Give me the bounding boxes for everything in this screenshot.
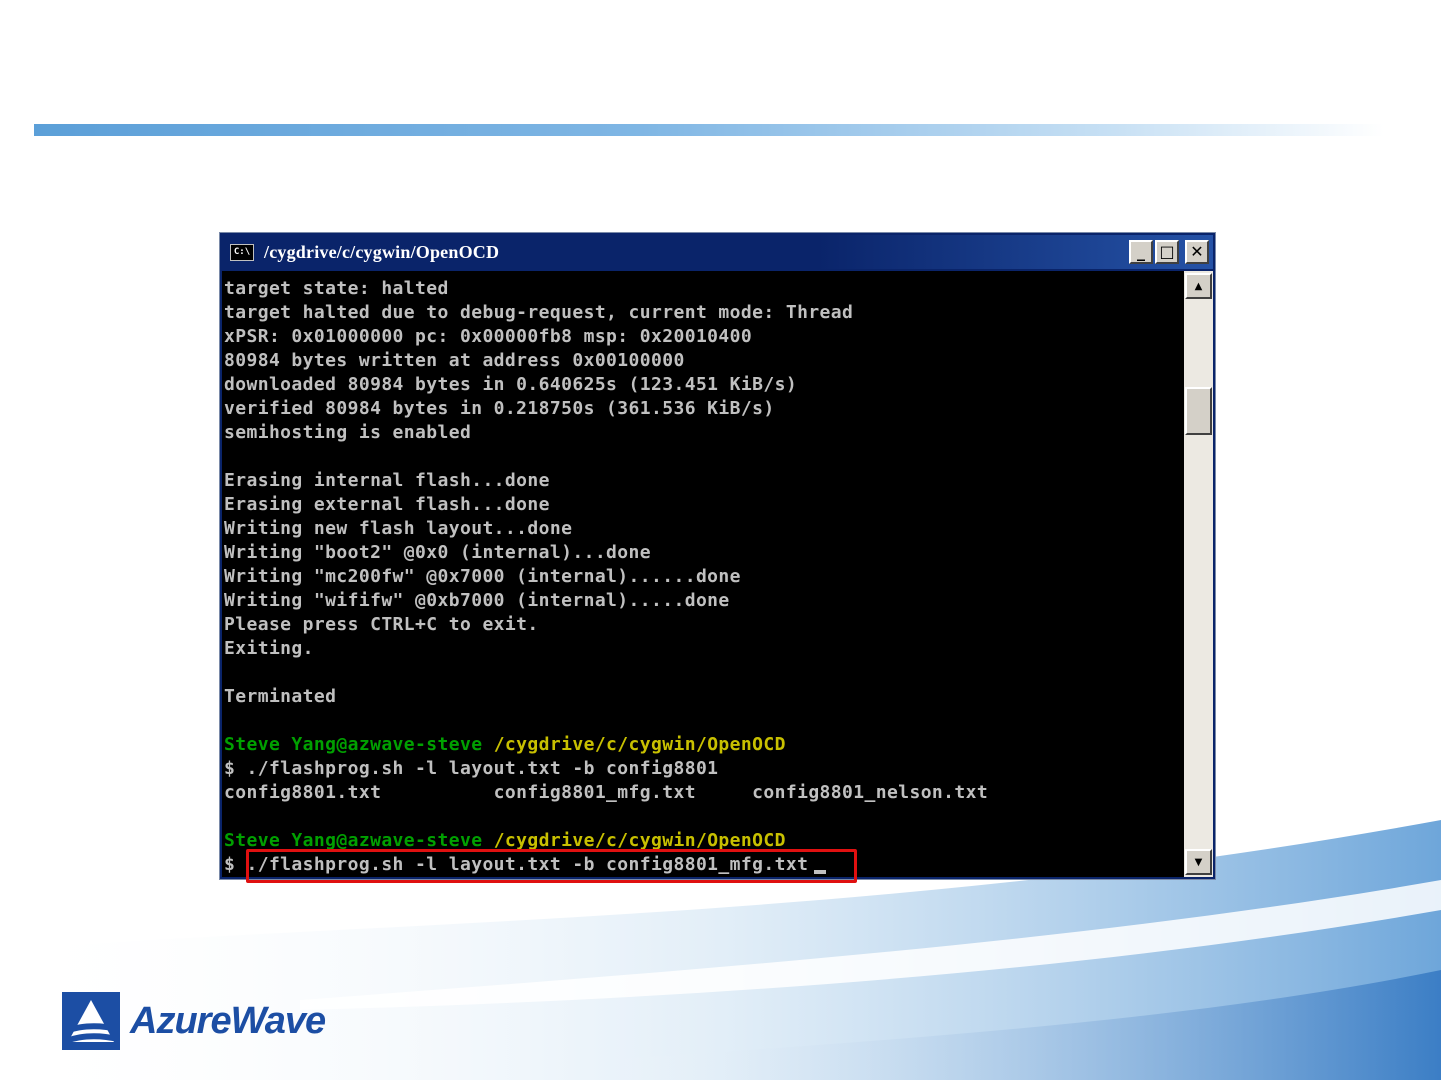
console-line: target halted due to debug-request, curr…	[224, 302, 854, 323]
scroll-thumb[interactable]	[1185, 387, 1212, 435]
prompt-path: /cygdrive/c/cygwin/OpenOCD	[482, 830, 786, 851]
console-line: Writing "mc200fw" @0x7000 (internal)....…	[224, 566, 741, 587]
azurewave-logo: AzureWave	[62, 992, 326, 1050]
console-line: config8801.txt config8801_mfg.txt config…	[224, 782, 989, 803]
console-line: Writing "wififw" @0xb7000 (internal)....…	[224, 590, 730, 611]
prompt-path: /cygdrive/c/cygwin/OpenOCD	[482, 734, 786, 755]
maximize-button[interactable]: □	[1155, 240, 1179, 264]
console-line: downloaded 80984 bytes in 0.640625s (123…	[224, 374, 798, 395]
console-line: Writing "boot2" @0x0 (internal)...done	[224, 542, 652, 563]
window-controls: _ □ ✕	[1129, 240, 1209, 264]
window-title: /cygdrive/c/cygwin/OpenOCD	[264, 241, 500, 262]
console-line: Erasing internal flash...done	[224, 470, 550, 491]
scroll-up-button[interactable]: ▲	[1185, 273, 1212, 299]
scroll-down-button[interactable]: ▼	[1185, 849, 1212, 875]
prompt-user-host: Steve Yang@azwave-steve	[224, 734, 483, 755]
console-window: C:\ /cygdrive/c/cygwin/OpenOCD _ □ ✕ tar…	[219, 232, 1216, 880]
console-line: Erasing external flash...done	[224, 494, 550, 515]
console-line: Please press CTRL+C to exit.	[224, 614, 539, 635]
console-line: $ ./flashprog.sh -l layout.txt -b config…	[224, 758, 719, 779]
azurewave-wordmark: AzureWave	[130, 999, 326, 1042]
console-line: Terminated	[224, 686, 337, 707]
console-line: semihosting is enabled	[224, 422, 472, 443]
console-line: 80984 bytes written at address 0x0010000…	[224, 350, 685, 371]
console-line: xPSR: 0x01000000 pc: 0x00000fb8 msp: 0x2…	[224, 326, 753, 347]
prompt-user-host: Steve Yang@azwave-steve	[224, 830, 483, 851]
minimize-button[interactable]: _	[1129, 240, 1153, 264]
console-line: verified 80984 bytes in 0.218750s (361.5…	[224, 398, 775, 419]
vertical-scrollbar[interactable]: ▲ ▼	[1184, 271, 1213, 877]
console-lines: target state: halted target halted due to…	[224, 277, 988, 877]
console-app-icon[interactable]: C:\	[230, 243, 254, 261]
window-titlebar[interactable]: C:\ /cygdrive/c/cygwin/OpenOCD _ □ ✕	[222, 235, 1213, 269]
console-line: Exiting.	[224, 638, 314, 659]
azurewave-logo-icon	[62, 992, 120, 1050]
console-prompt-line: Steve Yang@azwave-steve /cygdrive/c/cygw…	[224, 733, 988, 757]
close-button[interactable]: ✕	[1185, 240, 1209, 264]
header-gradient-bar	[34, 124, 1384, 136]
command-highlight-box	[246, 849, 857, 883]
console-line: Writing new flash layout...done	[224, 518, 573, 539]
console-output[interactable]: target state: halted target halted due to…	[222, 271, 1184, 877]
console-line: target state: halted	[224, 278, 449, 299]
